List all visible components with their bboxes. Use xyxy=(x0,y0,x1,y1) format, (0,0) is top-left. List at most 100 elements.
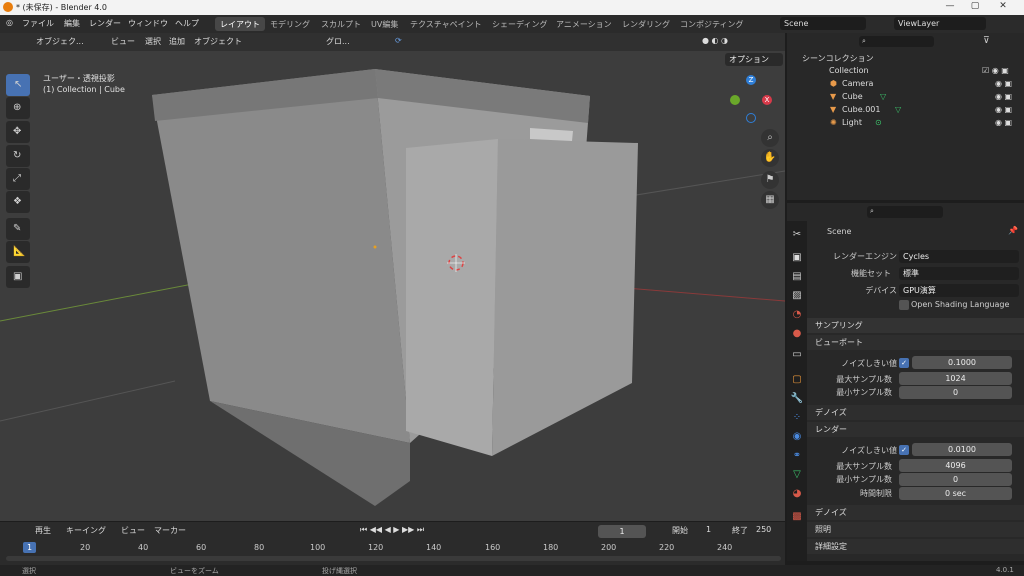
outliner-search-input[interactable]: ⌕ xyxy=(859,36,934,47)
outliner-root[interactable]: シーンコレクション xyxy=(787,53,1024,66)
view-menu[interactable]: ビュー xyxy=(111,36,135,47)
particles-tab-icon[interactable]: ⁘ xyxy=(790,411,804,425)
gizmo-z[interactable]: Z xyxy=(746,75,756,85)
end-field[interactable]: 250 xyxy=(756,525,771,534)
marker-menu[interactable]: マーカー xyxy=(154,525,186,536)
denoise-subsection[interactable]: デノイズ xyxy=(807,505,1024,520)
pan-hand-icon[interactable]: ✋ xyxy=(761,149,779,167)
measure-tool-button[interactable]: 📐 xyxy=(6,241,30,263)
tool-tab-icon[interactable]: ✂ xyxy=(790,228,804,242)
tab-animation[interactable]: アニメーション xyxy=(551,17,617,31)
zoom-icon[interactable]: ⌕ xyxy=(761,129,779,147)
vp-max-samples-field[interactable]: 1024 xyxy=(899,372,1012,385)
menu-render[interactable]: レンダー xyxy=(89,18,121,29)
minimize-button[interactable]: — xyxy=(943,1,957,13)
visibility-eye-icon[interactable]: ◉ ▣ xyxy=(995,118,1012,127)
add-cube-tool-button[interactable]: ▣ xyxy=(6,266,30,288)
viewport-subsection-header[interactable]: ビューポート xyxy=(807,335,1024,350)
gizmo-x[interactable]: X xyxy=(762,95,772,105)
current-frame-field[interactable]: 1 xyxy=(598,525,646,538)
vp-denoise-subsection[interactable]: デノイズ xyxy=(807,405,1024,420)
r-noise-threshold-field[interactable]: 0.0100 xyxy=(912,443,1012,456)
gizmo-neg-y[interactable] xyxy=(730,95,740,105)
maximize-button[interactable]: ▢ xyxy=(968,1,982,13)
menu-window[interactable]: ウィンドウ xyxy=(128,18,168,29)
pin-icon[interactable]: 📌 xyxy=(1008,226,1018,235)
gizmo-neg-z[interactable] xyxy=(746,113,756,123)
options-dropdown[interactable]: オプション xyxy=(725,53,783,66)
annotate-tool-button[interactable]: ✎ xyxy=(6,218,30,240)
timeline-scrollbar[interactable] xyxy=(6,556,781,561)
material-tab-icon[interactable]: ◕ xyxy=(790,487,804,501)
advanced-section[interactable]: 詳細設定 xyxy=(807,539,1024,554)
outliner-item-cube001[interactable]: ▼ Cube.001 ▽ ◉ ▣ xyxy=(787,105,1024,118)
render-tab-icon[interactable]: ▣ xyxy=(790,251,804,265)
render-subsection-header[interactable]: レンダー xyxy=(807,422,1024,437)
menu-help[interactable]: ヘルプ xyxy=(175,18,199,29)
texture-tab-icon[interactable]: ▩ xyxy=(790,510,804,524)
collection-tab-icon[interactable]: ▭ xyxy=(790,348,804,362)
add-menu[interactable]: 追加 xyxy=(169,36,185,47)
close-button[interactable]: ✕ xyxy=(996,1,1010,13)
navigation-gizmo[interactable]: Z X xyxy=(726,73,776,127)
view-layer-tab-icon[interactable]: ▨ xyxy=(790,289,804,303)
blender-menu-icon[interactable]: ◎ xyxy=(6,18,13,27)
menu-file[interactable]: ファイル xyxy=(22,18,54,29)
tab-modeling[interactable]: モデリング xyxy=(265,17,315,31)
playback-menu[interactable]: 再生 xyxy=(35,525,51,536)
timeline-view-menu[interactable]: ビュー xyxy=(121,525,145,536)
rotate-tool-button[interactable]: ↻ xyxy=(6,145,30,167)
tab-sculpt[interactable]: スカルプト xyxy=(316,17,366,31)
world-tab-icon[interactable]: ● xyxy=(790,327,804,341)
3d-viewport[interactable]: ↖ ⊕ ✥ ↻ ⤢ ❖ ✎ 📐 ▣ ユーザー・透視投影 (1) Collecti… xyxy=(0,51,785,521)
vp-noise-threshold-field[interactable]: 0.1000 xyxy=(912,356,1012,369)
transform-tool-button[interactable]: ❖ xyxy=(6,191,30,213)
visibility-eye-icon[interactable]: ◉ ▣ xyxy=(995,105,1012,114)
physics-tab-icon[interactable]: ◉ xyxy=(790,430,804,444)
r-noise-threshold-checkbox[interactable]: ✓ xyxy=(899,445,909,455)
output-tab-icon[interactable]: ▤ xyxy=(790,270,804,284)
outliner-collection[interactable]: Collection ☑ ◉ ▣ xyxy=(787,66,1024,79)
lights-section[interactable]: 照明 xyxy=(807,522,1024,537)
tab-layout[interactable]: レイアウト xyxy=(215,17,265,31)
ortho-grid-icon[interactable]: ▦ xyxy=(761,191,779,209)
r-min-samples-field[interactable]: 0 xyxy=(899,473,1012,486)
object-tab-icon[interactable]: ▢ xyxy=(790,373,804,387)
object-menu[interactable]: オブジェクト xyxy=(194,36,242,47)
outliner-item-camera[interactable]: ⬢ Camera ◉ ▣ xyxy=(787,79,1024,92)
menu-edit[interactable]: 編集 xyxy=(64,18,80,29)
cursor-tool-button[interactable]: ⊕ xyxy=(6,97,30,119)
visibility-eye-icon[interactable]: ◉ ▣ xyxy=(995,79,1012,88)
view-layer-selector[interactable]: ViewLayer xyxy=(894,17,986,30)
playback-controls[interactable]: ⏮ ◀◀ ◀ ▶ ▶▶ ⏭ xyxy=(360,525,424,535)
keying-menu[interactable]: キーイング xyxy=(66,525,106,536)
mode-selector[interactable]: オブジェク... xyxy=(36,36,84,47)
modifier-tab-icon[interactable]: 🔧 xyxy=(790,392,804,406)
sampling-section-header[interactable]: サンプリング xyxy=(807,318,1024,333)
outliner-item-light[interactable]: ✺ Light ⊙ ◉ ▣ xyxy=(787,118,1024,131)
feature-set-dropdown[interactable]: 標準 xyxy=(899,267,1019,280)
start-field[interactable]: 1 xyxy=(706,525,711,534)
move-tool-button[interactable]: ✥ xyxy=(6,121,30,143)
tab-uv[interactable]: UV編集 xyxy=(366,17,403,31)
shading-solid-icon[interactable]: ● ◐ ◑ xyxy=(702,36,728,45)
camera-view-icon[interactable]: ⚑ xyxy=(761,171,779,189)
snap-icon[interactable]: ⟳ xyxy=(395,36,402,45)
tab-shading[interactable]: シェーディング xyxy=(487,17,552,31)
constraints-tab-icon[interactable]: ⚭ xyxy=(790,449,804,463)
tab-compositing[interactable]: コンポジティング xyxy=(675,17,749,31)
filter-icon[interactable]: ⊽ xyxy=(983,36,990,46)
collection-checkbox[interactable]: ☑ ◉ ▣ xyxy=(982,66,1009,75)
visibility-eye-icon[interactable]: ◉ ▣ xyxy=(995,92,1012,101)
scene-selector[interactable]: Scene xyxy=(780,17,866,30)
select-menu[interactable]: 選択 xyxy=(145,36,161,47)
vp-noise-threshold-checkbox[interactable]: ✓ xyxy=(899,358,909,368)
time-limit-field[interactable]: 0 sec xyxy=(899,487,1012,500)
osl-checkbox[interactable] xyxy=(899,300,909,310)
vp-min-samples-field[interactable]: 0 xyxy=(899,386,1012,399)
r-max-samples-field[interactable]: 4096 xyxy=(899,459,1012,472)
data-tab-icon[interactable]: ▽ xyxy=(790,468,804,482)
select-tool-button[interactable]: ↖ xyxy=(6,74,30,96)
outliner-item-cube[interactable]: ▼ Cube ▽ ◉ ▣ xyxy=(787,92,1024,105)
tab-texture-paint[interactable]: テクスチャペイント xyxy=(405,17,487,31)
